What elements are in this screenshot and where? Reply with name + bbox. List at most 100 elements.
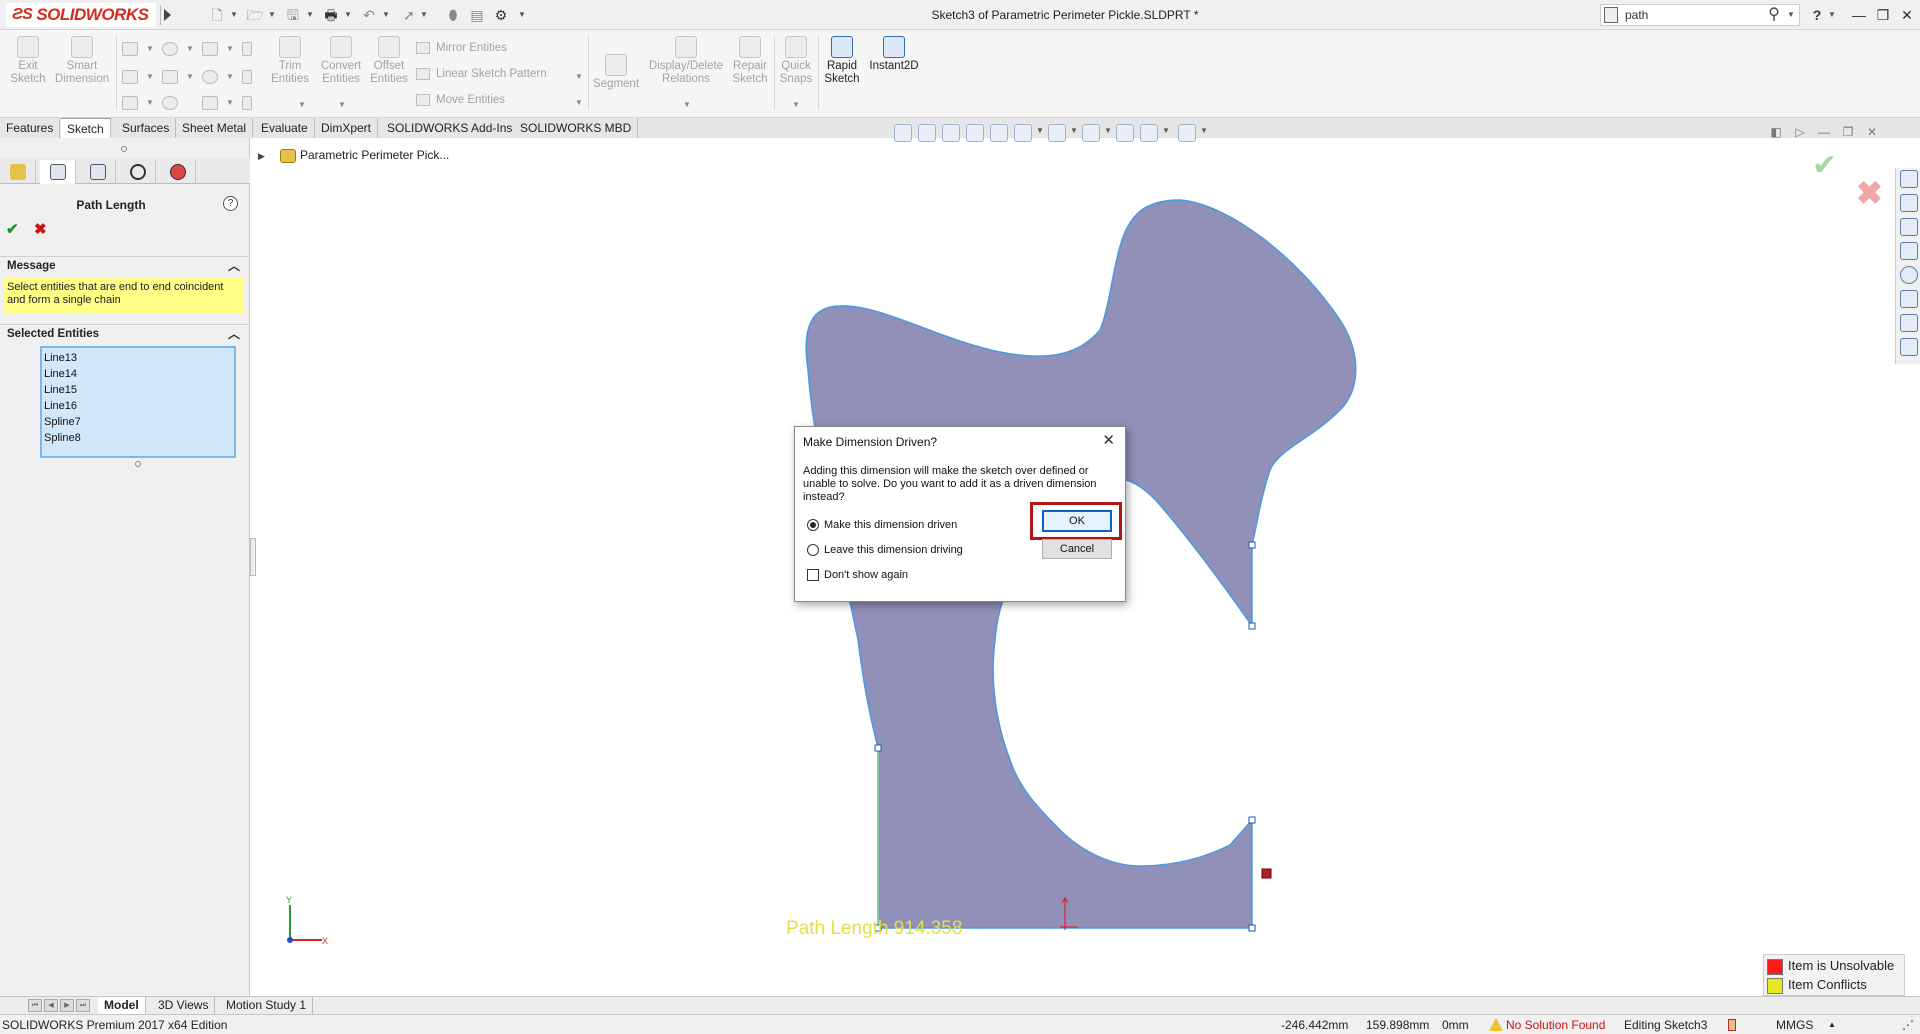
move-entities-button[interactable]: Move Entities (416, 94, 505, 106)
exit-sketch-button[interactable]: Exit Sketch (8, 36, 48, 86)
display-style-icon[interactable] (1048, 124, 1066, 142)
search-dropdown-icon[interactable]: ▼ (1787, 6, 1795, 24)
tab-motion-study-1[interactable]: Motion Study 1 (220, 997, 314, 1014)
display-delete-relations-button[interactable]: Display/Delete Relations (644, 36, 728, 86)
list-item[interactable]: Line15 (44, 382, 232, 398)
quick-snaps-button[interactable]: Quick Snaps (776, 36, 816, 86)
cancel-x-icon[interactable]: ✖ (34, 220, 47, 238)
path-length-label[interactable]: Path Length 914.358 (786, 918, 962, 940)
display-style-dropdown-icon[interactable]: ▼ (1070, 126, 1078, 135)
solidworks-forum-icon[interactable] (1900, 314, 1918, 332)
hide-show-items-icon[interactable] (1082, 124, 1100, 142)
circle-dropdown-icon[interactable]: ▼ (186, 44, 194, 53)
dimxpert-manager-tab[interactable] (120, 160, 156, 184)
ellipse-icon[interactable] (202, 70, 218, 84)
slot-dropdown-icon[interactable]: ▼ (146, 98, 154, 107)
panel-grip-icon[interactable] (121, 146, 127, 152)
confirm-corner-cancel-icon[interactable]: ✖ (1856, 174, 1883, 212)
units-dropdown-icon[interactable]: ▲ (1828, 1020, 1836, 1029)
search-scope-icon[interactable] (1604, 7, 1618, 23)
rapid-sketch-button[interactable]: Rapid Sketch (820, 36, 864, 86)
trim-dropdown-icon[interactable]: ▼ (298, 100, 306, 109)
radio-selected-icon[interactable] (807, 519, 819, 532)
make-driven-label[interactable]: Make this dimension driven (824, 519, 957, 531)
convert-dropdown-icon[interactable]: ▼ (338, 100, 346, 109)
linear-sketch-pattern-button[interactable]: Linear Sketch Pattern (416, 68, 547, 80)
tab-dimxpert[interactable]: DimXpert (315, 118, 379, 138)
snaps-dropdown-icon[interactable]: ▼ (792, 100, 800, 109)
search-input[interactable] (1625, 7, 1765, 23)
list-item[interactable]: Line13 (44, 350, 232, 366)
make-driven-radio[interactable]: Make this dimension driven (807, 519, 957, 532)
line-dropdown-icon[interactable]: ▼ (146, 44, 154, 53)
collapse-caret-icon[interactable]: ︿ (228, 257, 240, 275)
ok-check-icon[interactable]: ✔ (6, 220, 19, 238)
list-resize-grip-icon[interactable] (135, 461, 141, 467)
move-dropdown-icon[interactable]: ▼ (575, 98, 583, 107)
sketch-tool-icon[interactable] (242, 42, 252, 56)
convert-entities-button[interactable]: Convert Entities (316, 36, 366, 86)
dont-show-again-checkbox[interactable]: Don't show again (807, 569, 908, 582)
view-orientation-icon[interactable] (1014, 124, 1032, 142)
polygon-dropdown-icon[interactable]: ▼ (186, 72, 194, 81)
rebuild-status-icon[interactable] (1728, 1019, 1736, 1031)
tab-model[interactable]: Model (98, 997, 146, 1014)
previous-view-icon[interactable] (942, 124, 960, 142)
tab-sketch[interactable]: Sketch (61, 118, 111, 138)
property-manager-tab[interactable] (40, 160, 76, 184)
tab-3d-views[interactable]: 3D Views (152, 997, 216, 1014)
viewport-expand-icon[interactable]: ▷ (1792, 124, 1808, 140)
close-window-button[interactable]: ✕ (1896, 4, 1918, 26)
sketch-point[interactable] (1248, 924, 1256, 932)
zoom-to-area-icon[interactable] (918, 124, 936, 142)
panel-splitter[interactable] (250, 538, 256, 576)
ellipse-dropdown-icon[interactable]: ▼ (226, 72, 234, 81)
hide-show-dropdown-icon[interactable]: ▼ (1104, 126, 1112, 135)
viewport-close-icon[interactable]: ✕ (1864, 124, 1880, 140)
view-settings-icon[interactable] (1178, 124, 1196, 142)
dynamic-annotation-icon[interactable] (990, 124, 1008, 142)
scene-dropdown-icon[interactable]: ▼ (1162, 126, 1170, 135)
message-group-header[interactable]: Message ︿ (0, 256, 248, 274)
dimension-error-marker[interactable] (1261, 868, 1272, 879)
dialog-close-icon[interactable]: ✕ (1102, 431, 1115, 449)
instant2d-button[interactable]: Instant2D (866, 36, 922, 73)
selected-entities-list[interactable]: Line13 Line14 Line15 Line16 Spline7 Spli… (40, 346, 236, 458)
view-settings-dropdown-icon[interactable]: ▼ (1200, 126, 1208, 135)
tab-evaluate[interactable]: Evaluate (255, 118, 315, 138)
feature-tree-root[interactable]: ▶ Parametric Perimeter Pick... (258, 148, 449, 163)
text-tool-icon[interactable] (242, 96, 252, 110)
next-tab-arrow-icon[interactable]: ▶ (60, 999, 74, 1012)
cancel-button[interactable]: Cancel (1042, 539, 1112, 559)
list-item[interactable]: Line14 (44, 366, 232, 382)
tab-sheet-metal[interactable]: Sheet Metal (176, 118, 254, 138)
first-tab-arrow-icon[interactable]: ⏮ (28, 999, 42, 1012)
repair-sketch-button[interactable]: Repair Sketch (728, 36, 772, 86)
prev-tab-arrow-icon[interactable]: ◀ (44, 999, 58, 1012)
ok-button[interactable]: OK (1042, 510, 1112, 532)
mirror-entities-button[interactable]: Mirror Entities (416, 42, 507, 54)
view-orientation-dropdown-icon[interactable]: ▼ (1036, 126, 1044, 135)
list-item[interactable]: Spline7 (44, 414, 232, 430)
last-tab-arrow-icon[interactable]: ⏭ (76, 999, 90, 1012)
tab-features[interactable]: Features (0, 118, 61, 138)
leave-driving-label[interactable]: Leave this dimension driving (824, 544, 963, 556)
fillet-dropdown-icon[interactable]: ▼ (226, 98, 234, 107)
solidworks-resources-icon[interactable] (1900, 170, 1918, 188)
collapse-caret-icon[interactable]: ︿ (228, 325, 240, 343)
list-item[interactable]: Line16 (44, 398, 232, 414)
checkbox-icon[interactable] (807, 569, 819, 582)
design-library-icon[interactable] (1900, 194, 1918, 212)
sketch-tool-icon[interactable] (242, 70, 252, 84)
relations-dropdown-icon[interactable]: ▼ (683, 100, 691, 109)
display-manager-tab[interactable] (160, 160, 196, 184)
search-icon[interactable]: ⚲ (1763, 5, 1785, 25)
polygon-icon[interactable] (162, 70, 178, 84)
trim-entities-button[interactable]: Trim Entities (266, 36, 314, 86)
configuration-manager-tab[interactable] (80, 160, 116, 184)
edit-appearance-icon[interactable] (1116, 124, 1134, 142)
feature-manager-tab[interactable] (0, 160, 36, 184)
view-palette-icon[interactable] (1900, 242, 1918, 260)
section-view-icon[interactable] (966, 124, 984, 142)
list-item[interactable]: Spline8 (44, 430, 232, 446)
